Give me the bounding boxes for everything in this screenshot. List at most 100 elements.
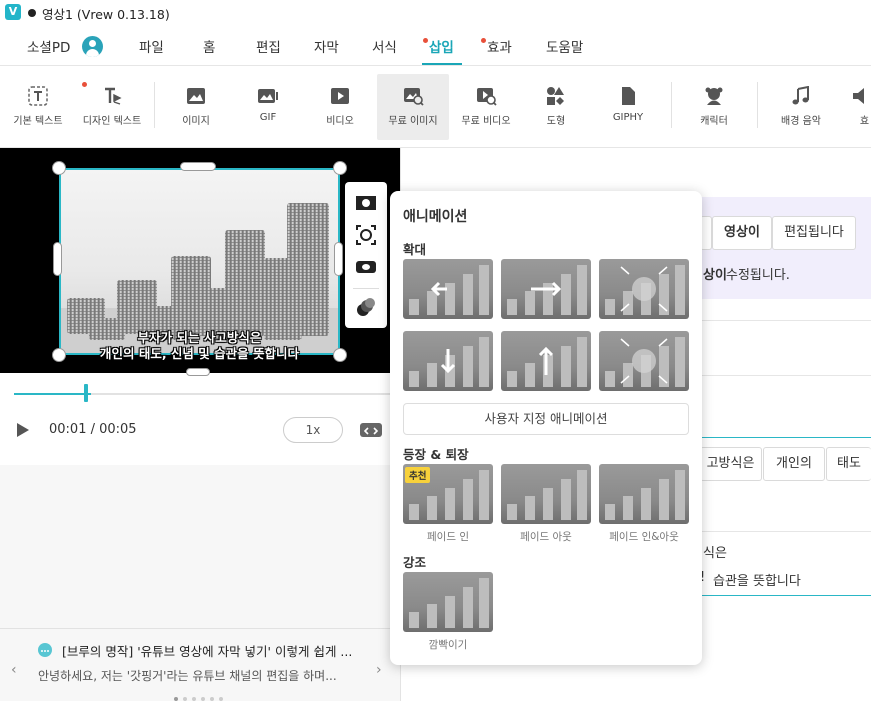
resize-handle-right[interactable] <box>334 242 343 276</box>
giphy-button[interactable]: GIPHY <box>594 74 662 140</box>
tips-divider <box>0 628 400 629</box>
subtitle-line-1: 부자가 되는 사고방식은 <box>137 330 262 345</box>
menu-bar: 소셜PD 파일 홈 편집 자막 서식 삽입 효과 도움말 <box>0 26 871 66</box>
row-divider <box>700 531 871 532</box>
timeline-track[interactable] <box>14 393 400 395</box>
resize-handle-top-right[interactable] <box>333 161 347 175</box>
resize-handle-left[interactable] <box>53 242 62 276</box>
subtitle-text[interactable]: 식은 <box>703 542 727 561</box>
word-chip[interactable]: 태도 <box>826 447 871 481</box>
new-indicator-dot <box>423 38 428 43</box>
menu-subtitle[interactable]: 자막 <box>314 36 339 56</box>
user-avatar-icon[interactable] <box>82 36 103 57</box>
word-chip[interactable]: 영상이 <box>712 216 772 250</box>
zoom-in-arrows-icon <box>605 337 685 387</box>
fade-in-label: 페이드 인 <box>427 531 469 543</box>
row-divider <box>700 320 871 321</box>
free-image-button[interactable]: 무료 이미지 <box>377 74 449 140</box>
timeline-playhead[interactable] <box>84 384 88 402</box>
sound-effect-button[interactable]: 효 <box>846 74 871 140</box>
menu-format[interactable]: 서식 <box>372 36 397 56</box>
menu-file[interactable]: 파일 <box>139 36 164 56</box>
guide-text: 수정됩니다. <box>726 268 790 283</box>
free-video-icon <box>477 88 497 106</box>
carousel-dot[interactable] <box>201 697 205 701</box>
character-button[interactable]: 캐릭터 <box>680 74 748 140</box>
menu-help[interactable]: 도움말 <box>546 36 583 56</box>
carousel-dot[interactable] <box>219 697 223 701</box>
word-chip[interactable]: 개인의 <box>763 447 825 481</box>
new-indicator-dot <box>481 38 486 43</box>
crop-frame-icon[interactable] <box>355 256 377 278</box>
selection-frame[interactable] <box>59 168 340 355</box>
chat-bubble-icon <box>38 643 52 657</box>
shape-icon <box>547 87 564 105</box>
zoom-right-option[interactable] <box>501 259 591 319</box>
section-zoom-title: 확대 <box>403 242 427 257</box>
carousel-dot[interactable] <box>210 697 214 701</box>
section-emphasis-title: 강조 <box>403 555 427 570</box>
tool-label: 기본 텍스트 <box>13 116 63 127</box>
resize-handle-top[interactable] <box>180 162 216 171</box>
tip-title-link[interactable]: [브루의 명작] '유튜브 영상에 자막 넣기' 이렇게 쉽게 ... <box>62 641 352 660</box>
subtitle-text[interactable]: 습관을 뜻합니다 <box>713 570 801 589</box>
selected-row-border <box>700 437 871 438</box>
carousel-dot[interactable] <box>192 697 196 701</box>
gif-button[interactable]: GIF <box>234 74 302 140</box>
fit-frame-icon[interactable] <box>355 224 377 246</box>
menu-home[interactable]: 홈 <box>203 36 215 56</box>
arrow-down-icon <box>409 337 489 387</box>
shape-button[interactable]: 도형 <box>522 74 590 140</box>
playback-speed-button[interactable]: 1x <box>283 417 343 443</box>
zoom-in-option[interactable] <box>599 331 689 391</box>
row-divider <box>700 375 871 376</box>
menu-effects[interactable]: 효과 <box>487 36 512 56</box>
blink-option[interactable] <box>403 572 493 632</box>
tip-next-chevron-icon[interactable]: › <box>376 662 382 678</box>
menu-edit[interactable]: 편집 <box>256 36 281 56</box>
design-text-icon <box>105 87 122 105</box>
resize-handle-top-left[interactable] <box>52 161 66 175</box>
time-display: 00:01 / 00:05 <box>49 422 137 437</box>
expand-view-icon[interactable] <box>360 423 382 437</box>
basic-text-button[interactable]: 기본 텍스트 <box>4 74 72 140</box>
fade-in-option[interactable]: 추천 <box>403 464 493 524</box>
fade-out-label: 페이드 아웃 <box>520 531 572 543</box>
tool-label: GIF <box>259 112 277 123</box>
zoom-up-option[interactable] <box>501 331 591 391</box>
fade-out-preview <box>507 470 587 520</box>
account-name[interactable]: 소셜PD <box>27 36 70 56</box>
tool-label: 도형 <box>546 116 566 127</box>
custom-animation-button[interactable]: 사용자 지정 애니메이션 <box>403 403 689 435</box>
fill-frame-icon[interactable] <box>355 192 377 214</box>
image-button[interactable]: 이미지 <box>162 74 230 140</box>
tool-label: 배경 음악 <box>781 116 821 127</box>
fade-in-out-option[interactable] <box>599 464 689 524</box>
zoom-down-option[interactable] <box>403 331 493 391</box>
word-chip[interactable]: 편집됩니다 <box>772 216 856 250</box>
animation-icon[interactable] <box>355 296 377 318</box>
section-enter-exit-title: 등장 & 퇴장 <box>403 447 469 462</box>
zoom-left-option[interactable] <box>403 259 493 319</box>
tool-label: 이미지 <box>182 116 210 127</box>
tip-prev-chevron-icon[interactable]: ‹ <box>11 662 17 678</box>
menu-insert[interactable]: 삽입 <box>429 36 454 56</box>
background-music-button[interactable]: 배경 음악 <box>766 74 836 140</box>
carousel-dot[interactable] <box>183 697 187 701</box>
free-image-icon <box>404 88 424 106</box>
tool-label: 무료 이미지 <box>388 116 438 127</box>
word-chip[interactable]: 고방식은 <box>700 447 762 481</box>
zoom-out-option[interactable] <box>599 259 689 319</box>
giphy-icon <box>622 87 635 105</box>
media-side-toolbar <box>345 182 387 328</box>
image-icon <box>187 88 205 104</box>
video-button[interactable]: 비디오 <box>306 74 374 140</box>
carousel-dot[interactable] <box>174 697 178 701</box>
design-text-button[interactable]: 디자인 텍스트 <box>76 74 148 140</box>
free-video-button[interactable]: 무료 비디오 <box>452 74 520 140</box>
resize-handle-bottom[interactable] <box>186 368 210 376</box>
play-icon[interactable] <box>15 422 31 438</box>
window-title: 영상1 (Vrew 0.13.18) <box>42 7 170 22</box>
fade-out-option[interactable] <box>501 464 591 524</box>
animation-popup: 애니메이션 확대 사용자 지정 애니메이션 등장 & 퇴장 추천 페이드 인 페… <box>390 191 702 665</box>
